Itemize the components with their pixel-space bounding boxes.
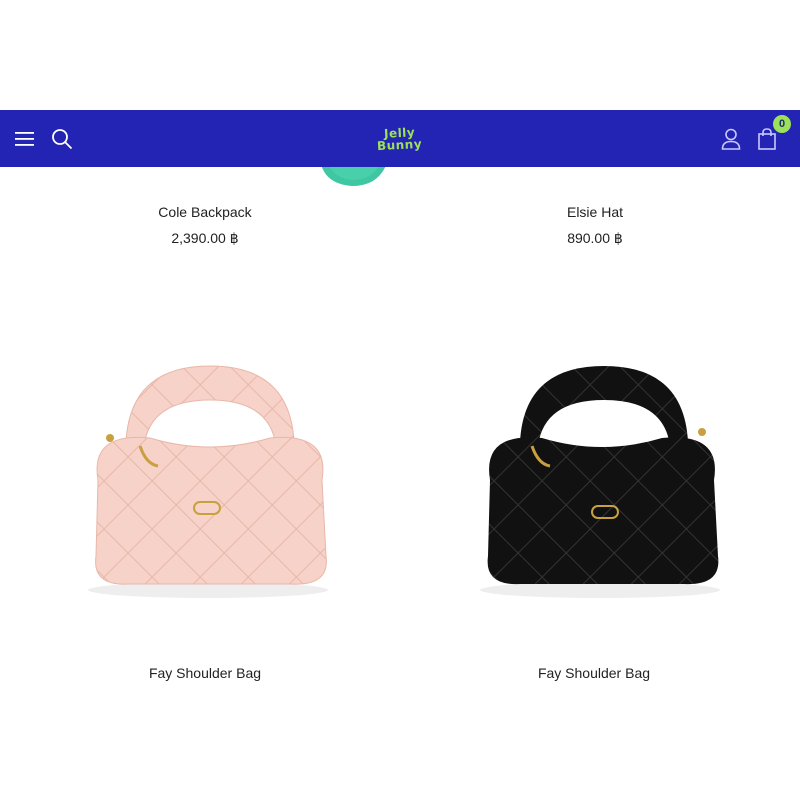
menu-button[interactable] <box>10 110 40 167</box>
search-icon <box>52 128 73 149</box>
product-image-fay-shoulder-bag-black[interactable] <box>470 360 730 610</box>
site-header: Jelly Bunny <box>0 110 800 167</box>
product-name[interactable]: Elsie Hat <box>495 204 695 220</box>
menu-icon <box>15 131 34 146</box>
product-card-fay-shoulder-bag-black[interactable]: Fay Shoulder Bag <box>444 665 744 681</box>
site-logo[interactable]: Jelly Bunny <box>365 120 435 158</box>
product-image-fay-shoulder-bag-pink[interactable] <box>80 360 340 610</box>
product-price: 2,390.00 ฿ <box>171 230 239 246</box>
search-button[interactable] <box>48 110 76 167</box>
product-name[interactable]: Cole Backpack <box>105 204 305 220</box>
user-icon <box>721 128 741 150</box>
product-price: 890.00 ฿ <box>567 230 623 246</box>
product-card-elsie-hat[interactable]: Elsie Hat 890.00 ฿ <box>495 204 695 247</box>
product-card-cole-backpack[interactable]: Cole Backpack 2,390.00 ฿ <box>105 204 305 247</box>
account-button[interactable] <box>716 110 746 167</box>
product-card-fay-shoulder-bag-pink[interactable]: Fay Shoulder Bag <box>55 665 355 681</box>
cart-count-badge: 0 <box>773 115 791 133</box>
shopping-bag-icon <box>758 127 776 150</box>
logo-line-2: Bunny <box>377 136 423 154</box>
product-name[interactable]: Fay Shoulder Bag <box>444 665 744 681</box>
product-name[interactable]: Fay Shoulder Bag <box>55 665 355 681</box>
